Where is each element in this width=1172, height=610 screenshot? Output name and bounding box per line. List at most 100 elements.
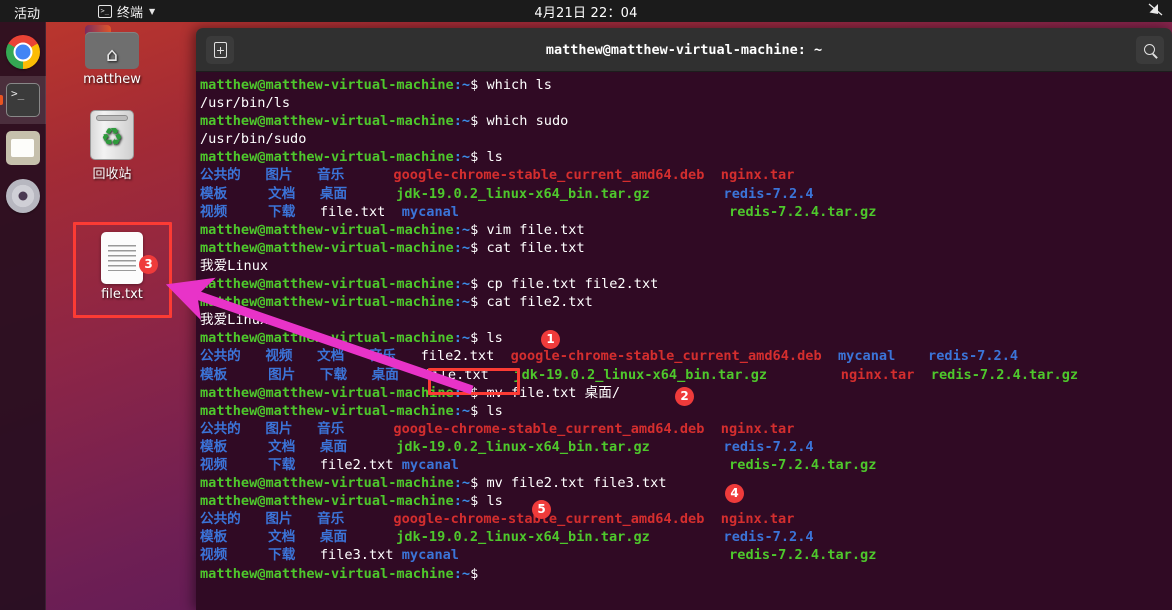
ls-entry: file2.txt (420, 348, 511, 365)
terminal-command-line: matthew@matthew-virtual-machine:~$ which… (200, 76, 1172, 94)
shell-prompt-sigil: $ (470, 402, 487, 419)
ls-entry: redis-7.2.4.tar.gz (729, 203, 877, 220)
shell-prompt-path: :~ (453, 294, 471, 311)
terminal-output-line: 我爱Linux (200, 311, 1172, 329)
search-icon (1143, 43, 1155, 55)
desktop-icon-home-label: matthew (83, 72, 141, 87)
ls-entry: 公共的 (200, 420, 266, 437)
terminal-output-line: 公共的 图片 音乐 google-chrome-stable_current_a… (200, 166, 1172, 184)
terminal-command-line: matthew@matthew-virtual-machine:~$ cp fi… (200, 275, 1172, 293)
shell-prompt-user: matthew@matthew-virtual-machine (200, 239, 454, 256)
terminal-command-line: matthew@matthew-virtual-machine:~$ which… (200, 112, 1172, 130)
shell-prompt-path: :~ (453, 276, 471, 293)
shell-prompt-path: :~ (453, 77, 471, 93)
shell-prompt-sigil: $ (470, 565, 487, 582)
ls-entry: 桌面 (319, 185, 397, 202)
ls-entry: 模板 (200, 185, 269, 202)
ls-entry: file.txt (423, 366, 514, 383)
shell-prompt-path: :~ (453, 475, 471, 492)
ls-entry: 模板 (200, 366, 269, 383)
ls-entry: redis-7.2.4.tar.gz (729, 456, 877, 473)
new-tab-icon (213, 41, 227, 58)
shell-prompt-path: :~ (453, 239, 471, 256)
dock-item-files[interactable] (0, 124, 46, 172)
shell-prompt-sigil: $ (470, 330, 487, 347)
shell-command-text: which sudo (486, 113, 569, 130)
new-tab-button[interactable] (206, 35, 234, 64)
desktop-icon-file-txt[interactable]: file.txt (70, 232, 174, 302)
shell-prompt-path: :~ (453, 149, 471, 166)
shell-prompt-sigil: $ (470, 384, 487, 401)
dock-item-disc[interactable] (0, 172, 46, 220)
ls-entry: redis-7.2.4.tar.gz (729, 547, 877, 564)
badge-4: 4 (725, 484, 744, 503)
disc-icon (6, 179, 40, 213)
terminal-output-line: 公共的 图片 音乐 google-chrome-stable_current_a… (200, 510, 1172, 528)
terminal-output-line: 视频 下载 file.txt mycanal redis-7.2.4.tar.g… (200, 203, 1172, 221)
ls-entry: nginx.tar (720, 167, 795, 184)
desktop-icon-home[interactable]: ⌂ matthew (60, 25, 164, 87)
ls-entry: 图片 (268, 366, 320, 383)
ls-entry: jdk-19.0.2_linux-x64_bin.tar.gz (396, 529, 724, 546)
dock-item-chrome[interactable] (0, 28, 46, 76)
terminal-command-line: matthew@matthew-virtual-machine:~$ mv fi… (200, 474, 1172, 492)
clock-label: 4月21日 22：04 (534, 6, 638, 21)
shell-command-text: cat file.txt (486, 239, 585, 256)
ls-entry: jdk-19.0.2_linux-x64_bin.tar.gz (396, 438, 724, 455)
ls-entry: 模板 (200, 438, 269, 455)
shell-prompt-path: :~ (453, 384, 471, 401)
dock-item-terminal[interactable]: >_ (0, 76, 46, 124)
ls-entry: 公共的 (200, 511, 266, 528)
terminal-output-line: /usr/bin/ls (200, 94, 1172, 112)
shell-output-text: 我爱Linux (200, 312, 269, 329)
shell-prompt-sigil: $ (470, 149, 487, 166)
system-status-menu[interactable] (1148, 3, 1163, 16)
ls-entry: file3.txt (319, 547, 402, 564)
ls-entry: 文档 (268, 185, 320, 202)
shell-prompt-user: matthew@matthew-virtual-machine (200, 493, 454, 510)
chrome-icon (6, 35, 40, 69)
ls-entry: redis-7.2.4.tar.gz (930, 366, 1079, 383)
ls-entry: google-chrome-stable_current_amd64.deb (510, 348, 838, 365)
ls-entry: 图片 (265, 167, 318, 184)
ls-entry: 音乐 (368, 348, 421, 365)
home-folder-icon: ⌂ (85, 25, 139, 69)
shell-prompt-path: :~ (453, 402, 471, 419)
terminal-output-line: 模板 文档 桌面 jdk-19.0.2_linux-x64_bin.tar.gz… (200, 438, 1172, 456)
ls-entry: jdk-19.0.2_linux-x64_bin.tar.gz (396, 185, 724, 202)
volume-muted-icon (1148, 3, 1163, 16)
terminal-output-area[interactable]: matthew@matthew-virtual-machine:~$ which… (196, 72, 1172, 610)
recycle-glyph: ♻ (100, 122, 124, 152)
shell-prompt-sigil: $ (470, 239, 487, 256)
desktop-screen: 活动 >_ 终端 ▼ 4月21日 22：04 >_ ⌂ matthew ♻ 回收… (0, 0, 1172, 610)
shell-command-text: ls (486, 149, 503, 166)
ls-entry: redis-7.2.4 (723, 438, 814, 455)
ls-entry: 视频 (265, 348, 318, 365)
terminal-output-line: /usr/bin/sudo (200, 130, 1172, 148)
ls-entry: 图片 (265, 420, 318, 437)
desktop-icon-trash[interactable]: ♻ 回收站 (60, 110, 164, 182)
shell-prompt-path: :~ (453, 113, 471, 130)
clock[interactable]: 4月21日 22：04 (0, 2, 1172, 21)
ls-entry: 下载 (319, 366, 372, 383)
shell-command-text: ls (486, 493, 503, 510)
badge-2: 2 (675, 387, 694, 406)
ls-entry: 桌面 (319, 438, 397, 455)
ls-entry: google-chrome-stable_current_amd64.deb (393, 511, 721, 528)
terminal-command-line: matthew@matthew-virtual-machine:~$ ls (200, 492, 1172, 510)
terminal-search-button[interactable] (1136, 36, 1164, 64)
shell-prompt-sigil: $ (470, 221, 487, 238)
shell-prompt-user: matthew@matthew-virtual-machine (200, 565, 454, 582)
terminal-output-line: 模板 图片 下载 桌面 file.txt jdk-19.0.2_linux-x6… (200, 366, 1172, 384)
terminal-titlebar[interactable]: matthew@matthew-virtual-machine: ~ (196, 28, 1172, 72)
shell-prompt-user: matthew@matthew-virtual-machine (200, 149, 454, 166)
shell-command-text: which ls (486, 77, 552, 93)
ls-entry: mycanal (401, 456, 730, 473)
shell-prompt-path: :~ (453, 565, 471, 582)
ls-entry: 桌面 (371, 366, 424, 383)
ls-entry: mycanal (401, 203, 730, 220)
terminal-output-line: 模板 文档 桌面 jdk-19.0.2_linux-x64_bin.tar.gz… (200, 185, 1172, 203)
ls-entry: redis-7.2.4 (723, 529, 814, 546)
terminal-output-line: 视频 下载 file2.txt mycanal redis-7.2.4.tar.… (200, 456, 1172, 474)
terminal-output-line: 模板 文档 桌面 jdk-19.0.2_linux-x64_bin.tar.gz… (200, 528, 1172, 546)
